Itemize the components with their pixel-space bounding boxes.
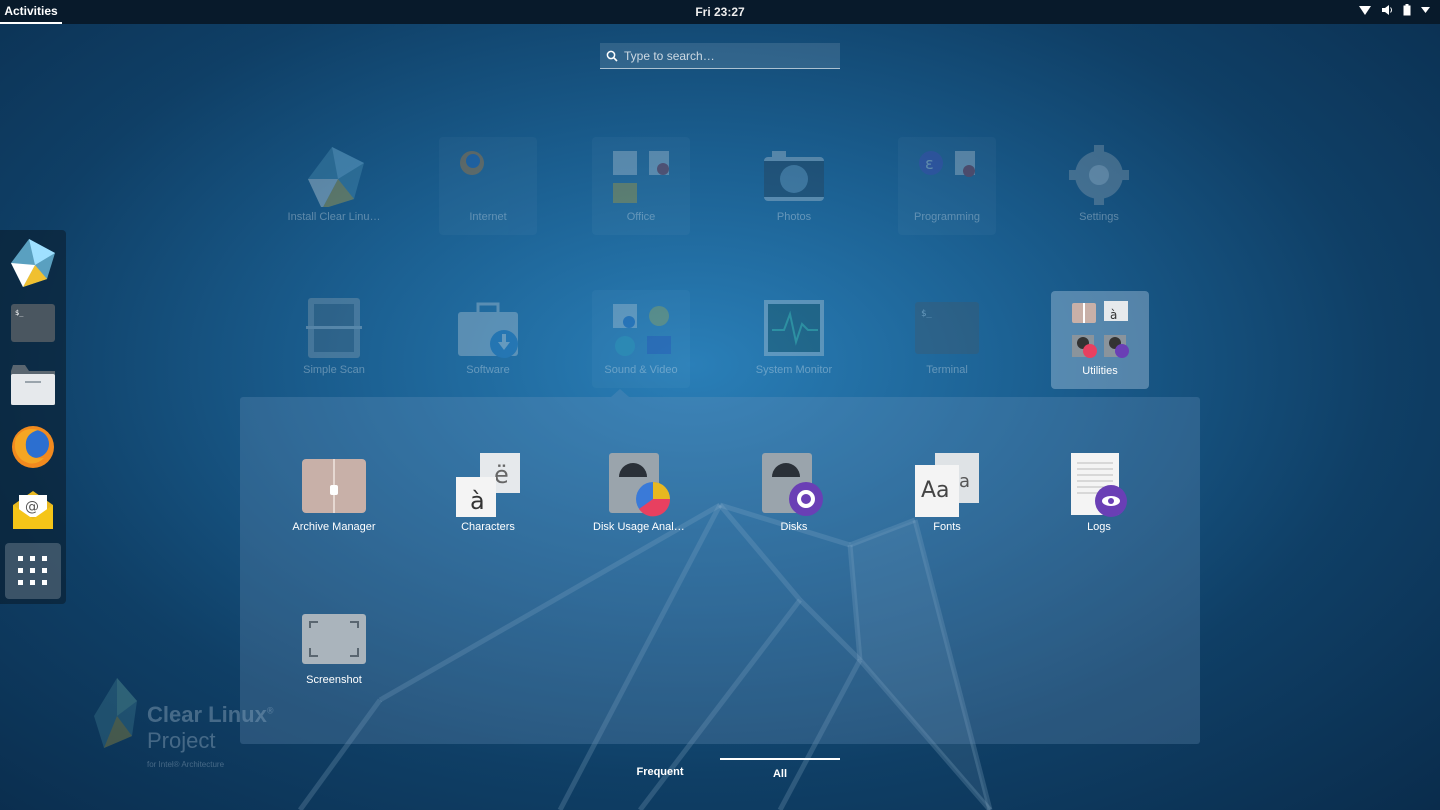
clear-linux-branding: Clear Linux® Project for Intel® Architec… [92, 676, 273, 769]
app-terminal[interactable]: $_ Terminal [898, 290, 996, 388]
folder-label: Office [626, 211, 656, 223]
mail-icon: @ [13, 491, 53, 529]
svg-text:$_: $_ [15, 309, 24, 317]
tab-all[interactable]: All [720, 758, 840, 788]
svg-text:ë: ë [494, 461, 509, 489]
tab-frequent[interactable]: Frequent [600, 758, 720, 788]
svg-text:@: @ [25, 499, 39, 515]
activities-button[interactable]: Activities [0, 0, 62, 24]
folder-label: Sound & Video [604, 364, 678, 376]
programming-folder-icon: ε [915, 143, 979, 207]
folder-label: Internet [469, 211, 507, 223]
camera-icon [762, 143, 826, 207]
disk-usage-icon [609, 453, 673, 517]
gear-icon [1067, 143, 1131, 207]
svg-text:ε: ε [925, 154, 934, 173]
scanner-icon [302, 296, 366, 360]
svg-text:Aa: Aa [921, 478, 950, 503]
volume-icon [1382, 5, 1392, 15]
app-software[interactable]: Software [439, 290, 537, 388]
app-label: Fonts [933, 521, 961, 533]
firefox-icon [12, 426, 54, 468]
terminal-icon: $_ [11, 304, 55, 342]
folder-office[interactable]: Office [592, 137, 690, 235]
app-settings[interactable]: Settings [1050, 137, 1148, 235]
folder-sound-video[interactable]: Sound & Video [592, 290, 690, 388]
wifi-icon [1359, 6, 1371, 15]
app-grid-icon [18, 556, 47, 585]
app-label: Disk Usage Analy… [593, 521, 689, 533]
disks-icon [762, 453, 826, 517]
clear-linux-installer-icon [11, 239, 55, 287]
app-label: System Monitor [755, 364, 833, 376]
app-label: Archive Manager [292, 521, 376, 533]
search-icon [606, 50, 618, 62]
app-disk-usage-analyzer[interactable]: Disk Usage Analy… [592, 447, 690, 545]
app-label: Characters [461, 521, 515, 533]
office-folder-icon [609, 143, 673, 207]
sound-video-folder-icon [609, 296, 673, 360]
app-logs[interactable]: Logs [1050, 447, 1148, 545]
utilities-folder-icon: à [1068, 297, 1132, 361]
dash-item-files[interactable] [5, 357, 61, 413]
app-label: Install Clear Linu… [287, 211, 381, 223]
dash: $_ @ [0, 230, 66, 604]
svg-text:à: à [1110, 308, 1117, 322]
svg-text:a: a [959, 471, 970, 492]
dash-item-firefox[interactable] [5, 419, 61, 475]
folder-programming[interactable]: ε Programming [898, 137, 996, 235]
app-label: Terminal [926, 364, 968, 376]
clear-linux-logo-icon [94, 678, 137, 748]
system-tray[interactable] [1359, 4, 1430, 16]
app-label: Screenshot [306, 674, 362, 686]
view-switcher: Frequent All [600, 758, 840, 788]
fonts-icon: a Aa [915, 453, 979, 517]
dash-item-installer[interactable] [5, 233, 61, 289]
app-archive-manager[interactable]: Archive Manager [285, 447, 383, 545]
app-system-monitor[interactable]: System Monitor [745, 290, 843, 388]
app-label: Settings [1079, 211, 1119, 223]
folder-utilities[interactable]: à Utilities [1051, 291, 1149, 389]
archive-icon [302, 453, 366, 517]
brand-line2: Project [147, 728, 216, 753]
app-disks[interactable]: Disks [745, 447, 843, 545]
app-label: Photos [776, 211, 812, 223]
app-screenshot[interactable]: Screenshot [285, 600, 383, 698]
app-photos[interactable]: Photos [745, 137, 843, 235]
files-icon [11, 365, 55, 405]
terminal-icon: $_ [915, 296, 979, 360]
system-monitor-icon [762, 296, 826, 360]
app-characters[interactable]: ëà Characters [439, 447, 537, 545]
app-label: Software [466, 364, 510, 376]
app-label: Logs [1087, 521, 1111, 533]
dash-item-terminal[interactable]: $_ [5, 295, 61, 351]
svg-text:$_: $_ [921, 309, 932, 319]
folder-internet[interactable]: Internet [439, 137, 537, 235]
battery-icon [1403, 4, 1411, 16]
app-simple-scan[interactable]: Simple Scan [285, 290, 383, 388]
folder-label: Utilities [1082, 365, 1118, 377]
app-label: Simple Scan [303, 364, 365, 376]
folder-popup-arrow [611, 389, 629, 397]
clock-area: Fri 23:27 [0, 0, 1440, 24]
search-box[interactable] [600, 43, 840, 69]
app-fonts[interactable]: a Aa Fonts [898, 447, 996, 545]
svg-text:à: à [470, 487, 485, 515]
screenshot-icon [302, 606, 366, 670]
app-label: Disks [780, 521, 808, 533]
search-input[interactable] [622, 47, 826, 64]
clear-linux-installer-icon [302, 143, 366, 207]
characters-icon: ëà [456, 453, 520, 517]
software-bag-icon [456, 296, 520, 360]
dash-item-mail[interactable]: @ [5, 481, 61, 537]
internet-folder-icon [456, 143, 520, 207]
logs-icon [1067, 453, 1131, 517]
folder-label: Programming [913, 211, 981, 223]
dash-item-show-applications[interactable] [5, 543, 61, 599]
brand-line3: for Intel® Architecture [147, 760, 225, 769]
clock[interactable]: Fri 23:27 [695, 5, 744, 19]
app-install-clear-linux[interactable]: Install Clear Linu… [285, 137, 383, 235]
chevron-down-icon [1421, 7, 1430, 13]
top-bar: Activities Fri 23:27 [0, 0, 1440, 24]
